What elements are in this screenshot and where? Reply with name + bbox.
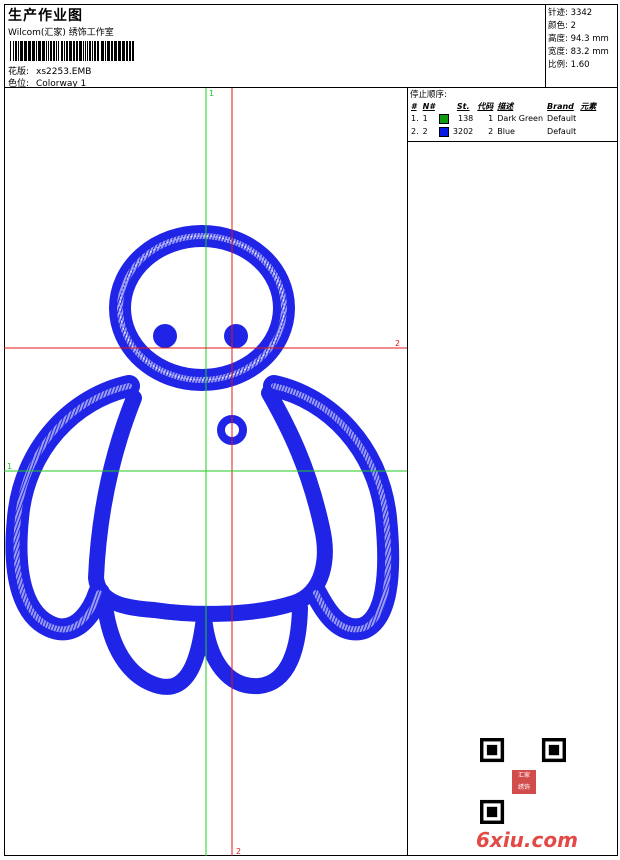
page-title: 生产作业图	[8, 8, 83, 24]
col-stitches: St.	[456, 101, 470, 111]
barcode	[10, 41, 134, 61]
green-horizontal-label: 1	[7, 462, 12, 471]
header-panel: 生产作业图 Wilcom(汇家) 绣饰工作室 花版: xs2253.EMB 色位:…	[4, 4, 546, 89]
stop-sequence-title: 停止顺序:	[410, 90, 447, 100]
col-swatch	[437, 100, 451, 112]
penguin-figure	[5, 225, 400, 695]
red-vertical-label: 2	[236, 847, 241, 856]
stat-colors: 颜色: 2	[548, 21, 576, 31]
stat-width: 宽度: 83.2 mm	[548, 47, 609, 57]
watermark-text: 6xiu.com	[476, 828, 578, 852]
col-element: 元素	[580, 101, 597, 111]
col-code: 代码	[477, 101, 494, 111]
col-n: N#	[422, 101, 435, 111]
table-row: 2. 2 3202 2 Blue Default	[411, 126, 577, 137]
green-vertical-label: 1	[209, 89, 214, 98]
red-horizontal-label: 2	[395, 339, 400, 348]
page-subtitle: Wilcom(汇家) 绣饰工作室	[8, 28, 114, 38]
color-swatch	[438, 126, 449, 137]
col-desc: 描述	[497, 101, 514, 111]
seal-stamp: 汇家 绣饰	[510, 768, 538, 796]
stats-panel: 针迹: 3342 颜色: 2 高度: 94.3 mm 宽度: 83.2 mm 比…	[545, 4, 618, 88]
color-swatch	[438, 113, 449, 124]
left-eye	[153, 324, 177, 348]
color-table: # N# St. 代码 描述 Brand 元素 1. 1 138 1 Dark …	[409, 100, 598, 138]
stop-sequence-panel: 停止顺序: # N# St. 代码 描述 Brand 元素 1. 1 138 1…	[408, 88, 618, 142]
col-index: #	[411, 101, 417, 111]
body-outline	[88, 385, 333, 622]
col-brand: Brand	[547, 101, 574, 111]
embroidery-drawing: 1 1 2 2	[4, 88, 407, 856]
table-row: 1. 1 138 1 Dark Green Default	[411, 113, 577, 124]
stat-stitches: 针迹: 3342	[548, 8, 593, 18]
stat-height: 高度: 94.3 mm	[548, 34, 609, 44]
right-eye	[224, 324, 248, 348]
design-canvas: 1 1 2 2	[4, 88, 408, 856]
color-table-header: # N# St. 代码 描述 Brand 元素	[409, 100, 598, 112]
stat-scale: 比例: 1.60	[548, 60, 590, 70]
